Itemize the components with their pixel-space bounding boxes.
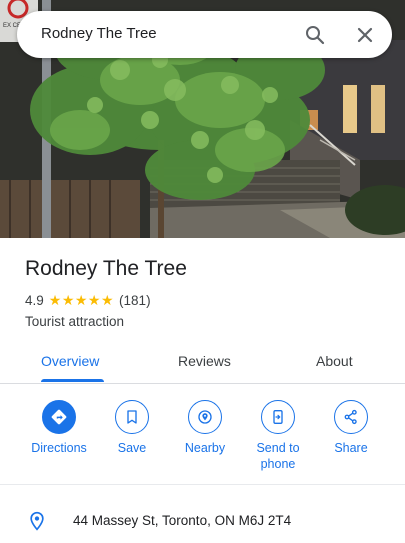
share-button[interactable]: Share — [314, 400, 388, 456]
save-button[interactable]: Save — [95, 400, 169, 456]
bookmark-icon — [115, 400, 149, 434]
rating-row[interactable]: 4.9 ★★★★★ (181) — [25, 292, 151, 309]
place-title: Rodney The Tree — [25, 257, 187, 280]
search-icon[interactable] — [303, 23, 327, 47]
tab-reviews[interactable]: Reviews — [178, 353, 231, 369]
active-tab-indicator — [41, 379, 104, 382]
directions-button[interactable]: Directions — [22, 400, 96, 456]
tab-about[interactable]: About — [316, 353, 353, 369]
tab-bar: Overview Reviews About — [0, 340, 405, 384]
search-bar[interactable]: Rodney The Tree — [17, 11, 392, 58]
tab-overview[interactable]: Overview — [41, 353, 99, 369]
send-to-phone-icon — [261, 400, 295, 434]
send-to-phone-label: Send to phone — [256, 441, 300, 471]
share-icon — [334, 400, 368, 434]
save-label: Save — [117, 441, 147, 455]
rating-value: 4.9 — [25, 293, 44, 308]
place-category[interactable]: Tourist attraction — [25, 314, 124, 329]
nearby-button[interactable]: Nearby — [168, 400, 242, 456]
action-bar: Directions Save Nearby Send to phone Sha… — [0, 384, 405, 485]
address-text: 44 Massey St, Toronto, ON M6J 2T4 — [73, 513, 292, 528]
nearby-icon — [188, 400, 222, 434]
directions-label: Directions — [31, 441, 87, 455]
nearby-label: Nearby — [184, 441, 226, 455]
address-row[interactable]: 44 Massey St, Toronto, ON M6J 2T4 — [0, 496, 405, 543]
search-input[interactable]: Rodney The Tree — [41, 25, 157, 42]
close-icon[interactable] — [353, 23, 377, 47]
location-pin-icon — [27, 510, 47, 537]
send-to-phone-button[interactable]: Send to phone — [241, 400, 315, 472]
directions-icon — [42, 400, 76, 434]
review-count[interactable]: (181) — [119, 293, 151, 308]
rating-stars: ★★★★★ — [48, 292, 115, 308]
share-label: Share — [334, 441, 368, 455]
